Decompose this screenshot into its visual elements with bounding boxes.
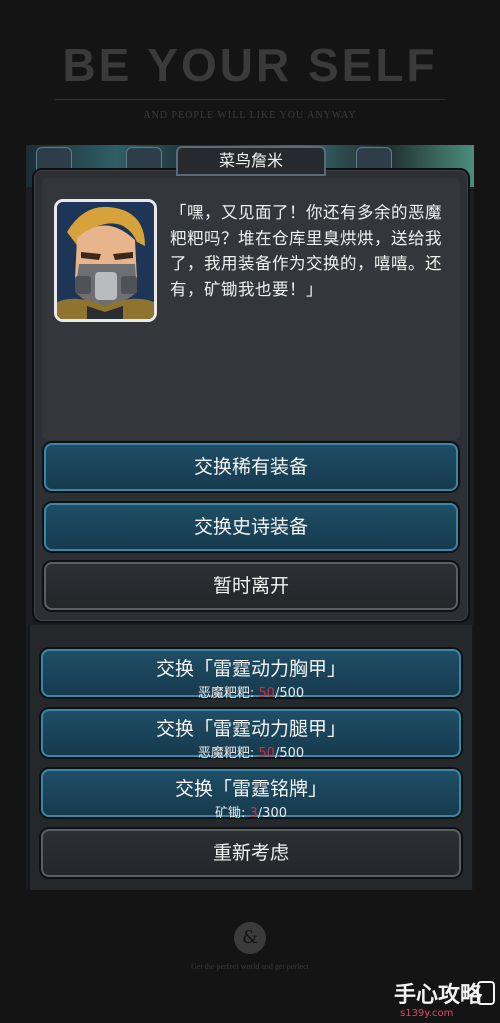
trade-leggings-label: 交换「雷霆动力腿甲」 bbox=[155, 718, 346, 740]
ampersand-icon: & bbox=[234, 922, 266, 954]
footer-subtitle: Get the perfect world and get perfect bbox=[191, 962, 309, 971]
exchange-epic-gear-button[interactable]: 交换史诗装备 bbox=[44, 503, 458, 551]
exchange-epic-gear-label: 交换史诗装备 bbox=[193, 516, 308, 538]
banner-subtitle: AND PEOPLE WILL LIKE YOU ANYWAY bbox=[143, 110, 357, 121]
cost-need: /500 bbox=[274, 746, 305, 761]
cost-need: /300 bbox=[257, 806, 287, 821]
cost-item: 恶魔粑粑: bbox=[197, 686, 255, 701]
cost-need: /500 bbox=[274, 686, 305, 701]
npc-name-tab: 菜鸟詹米 bbox=[176, 146, 326, 176]
npc-speech: 「嘿，又见面了！你还有多余的恶魔粑粑吗？堆在仓库里臭烘烘，送给我了，我用装备作为… bbox=[170, 203, 442, 299]
cost-item: 矿锄: bbox=[214, 806, 246, 821]
trade-nameplate-label: 交换「雷霆铭牌」 bbox=[174, 778, 327, 800]
npc-portrait bbox=[54, 199, 157, 322]
cost-have: 3 bbox=[249, 806, 258, 821]
trade-chestplate-button[interactable]: 交换「雷霆动力胸甲」 恶魔粑粑: 50/500 bbox=[41, 649, 461, 701]
leave-button[interactable]: 暂时离开 bbox=[44, 562, 458, 610]
trade-chestplate-cost: 恶魔粑粑: 50/500 bbox=[43, 682, 459, 701]
trade-nameplate-button[interactable]: 交换「雷霆铭牌」 矿锄: 3/300 bbox=[41, 769, 461, 821]
cost-have: 50 bbox=[258, 746, 275, 761]
trade-chestplate-label: 交换「雷霆动力胸甲」 bbox=[155, 658, 346, 680]
trade-nameplate-cost: 矿锄: 3/300 bbox=[43, 802, 459, 821]
svg-text:s139y.com: s139y.com bbox=[400, 1008, 453, 1019]
site-watermark-logo: 手心攻略 s139y.com bbox=[394, 981, 495, 1019]
leave-label: 暂时离开 bbox=[212, 575, 289, 597]
reconsider-label: 重新考虑 bbox=[212, 842, 289, 864]
svg-text:手心攻略: 手心攻略 bbox=[394, 982, 483, 1008]
exchange-rare-gear-button[interactable]: 交换稀有装备 bbox=[44, 443, 458, 491]
trade-leggings-cost: 恶魔粑粑: 50/500 bbox=[43, 742, 459, 761]
banner-title: BE YOUR SELF bbox=[62, 39, 438, 91]
banner-divider bbox=[55, 99, 445, 100]
cost-have: 50 bbox=[258, 686, 275, 701]
npc-portrait-icon bbox=[57, 202, 154, 319]
reconsider-button[interactable]: 重新考虑 bbox=[41, 829, 461, 877]
trade-leggings-button[interactable]: 交换「雷霆动力腿甲」 恶魔粑粑: 50/500 bbox=[41, 709, 461, 761]
exchange-rare-gear-label: 交换稀有装备 bbox=[193, 456, 308, 478]
cost-item: 恶魔粑粑: bbox=[197, 746, 255, 761]
